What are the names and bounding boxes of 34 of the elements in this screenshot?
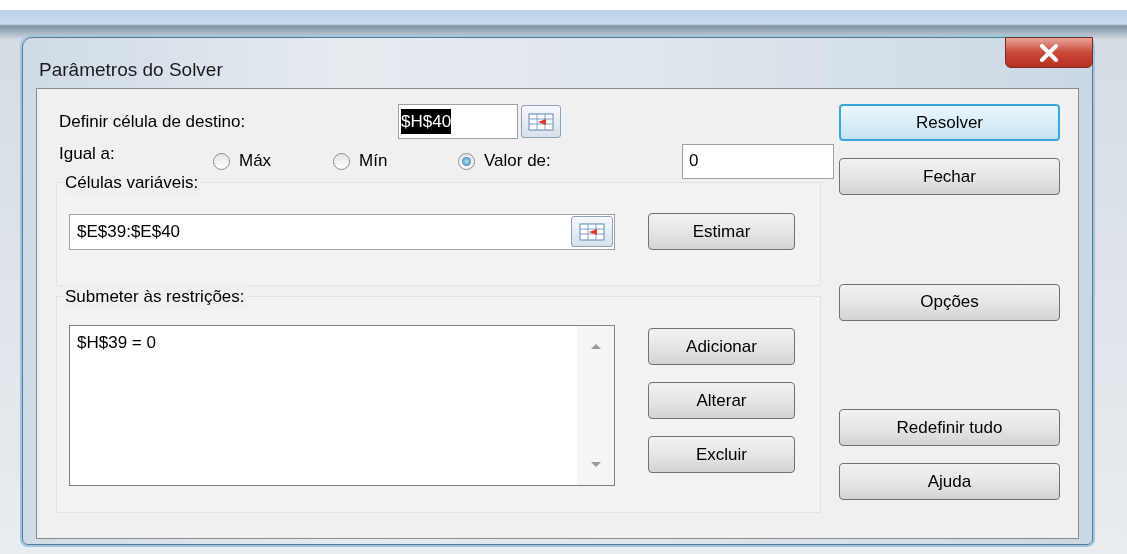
- radio-label: Valor de:: [484, 150, 551, 173]
- scroll-up-icon[interactable]: [590, 344, 601, 349]
- estimate-button[interactable]: Estimar: [648, 213, 795, 250]
- close-icon: [1038, 43, 1060, 62]
- dialog-button[interactable]: Resolver: [839, 104, 1060, 141]
- radio-button[interactable]: [458, 152, 475, 170]
- radio-button[interactable]: [333, 152, 350, 170]
- constraint-button[interactable]: Excluir: [648, 436, 795, 473]
- range-select-button[interactable]: [571, 216, 613, 247]
- dialog-button[interactable]: Opções: [839, 283, 1060, 321]
- equal-to-label: Igual a:: [59, 143, 116, 165]
- dialog-button[interactable]: Fechar: [839, 158, 1060, 195]
- radio-label: Máx: [239, 150, 272, 173]
- radio-label: Mín: [359, 150, 388, 173]
- variable-cells-field[interactable]: $E$39:$E$40: [69, 213, 615, 250]
- scroll-down-icon[interactable]: [590, 462, 601, 467]
- variable-cells-value: $E$39:$E$40: [77, 220, 181, 243]
- dialog-button[interactable]: Redefinir tudo: [839, 409, 1060, 446]
- constraint-item[interactable]: $H$39 = 0: [77, 330, 577, 356]
- target-cell-value: $H$40: [401, 108, 452, 135]
- close-button[interactable]: [1005, 37, 1093, 68]
- range-select-icon: [579, 222, 605, 241]
- range-select-icon: [528, 112, 554, 131]
- value-field[interactable]: 0: [682, 143, 834, 179]
- constraint-button[interactable]: Adicionar: [648, 328, 795, 365]
- window-title: Parâmetros do Solver: [39, 58, 223, 82]
- constraints-list[interactable]: $H$39 = 0: [69, 325, 615, 486]
- constraint-button[interactable]: Alterar: [648, 382, 795, 419]
- target-cell-label: Definir célula de destino:: [59, 110, 247, 133]
- range-select-button[interactable]: [521, 105, 561, 138]
- dialog-button[interactable]: Ajuda: [839, 463, 1060, 500]
- scrollbar[interactable]: [577, 326, 614, 485]
- target-cell-field[interactable]: $H$40: [398, 104, 518, 139]
- radio-button[interactable]: [213, 152, 230, 170]
